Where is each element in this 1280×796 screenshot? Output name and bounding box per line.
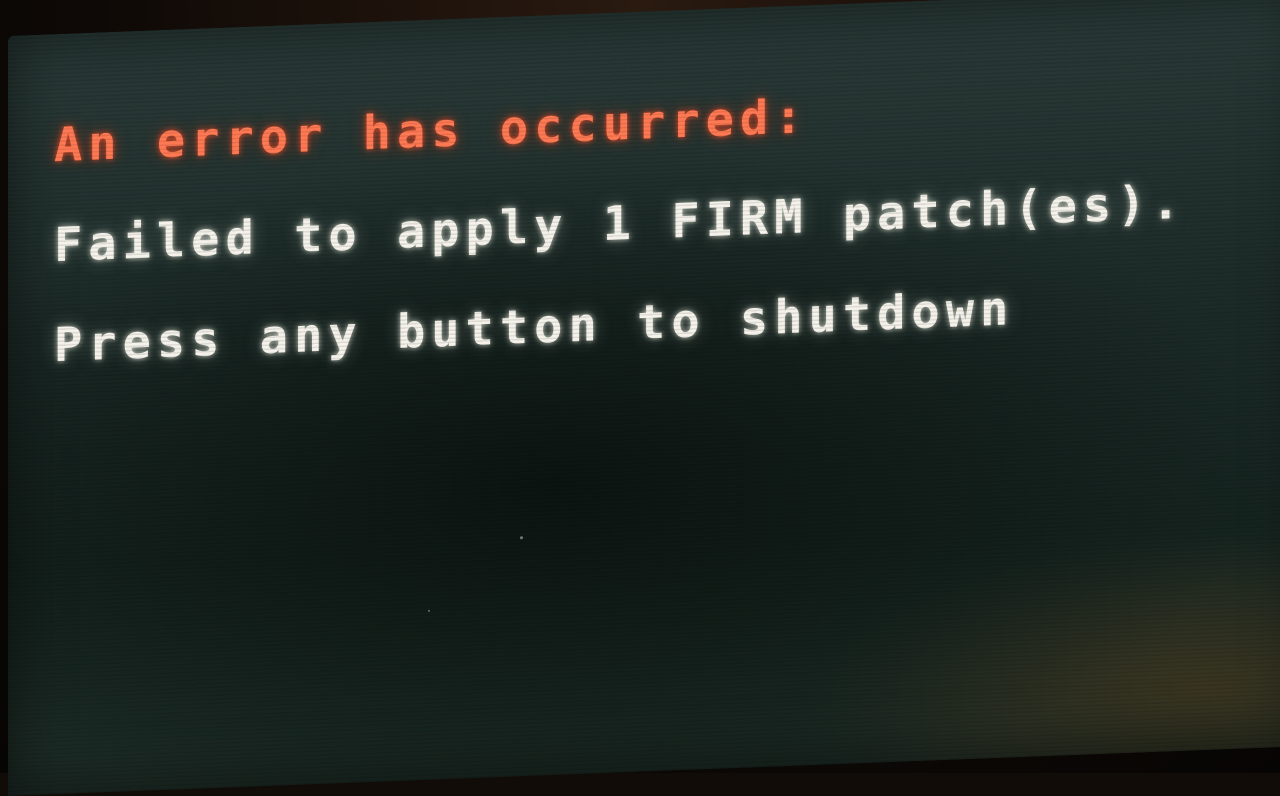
screen-dust (428, 609, 430, 612)
shutdown-prompt: Press any button to shutdown (54, 281, 1015, 374)
device-screen: An error has occurred: Failed to apply 1… (8, 0, 1280, 796)
error-message: Failed to apply 1 FIRM patch(es). (54, 174, 1186, 274)
error-heading: An error has occurred: (54, 89, 809, 174)
screen-dust (520, 536, 523, 540)
